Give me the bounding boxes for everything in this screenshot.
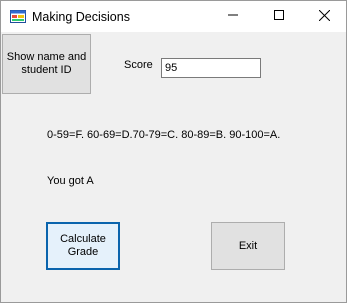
- calculate-grade-button[interactable]: Calculate Grade: [46, 222, 120, 270]
- grade-scale-text: 0-59=F. 60-69=D.70-79=C. 80-89=B. 90-100…: [47, 129, 281, 141]
- maximize-button[interactable]: [256, 1, 302, 32]
- close-button[interactable]: [301, 1, 347, 32]
- app-form-icon: [10, 10, 26, 23]
- minimize-icon: [228, 10, 238, 23]
- form-client-area: Show name and student ID Score 0-59=F. 6…: [1, 32, 346, 302]
- grade-result-text: You got A: [47, 175, 94, 187]
- score-label: Score: [124, 59, 153, 71]
- app-window: Making Decisions Show name and student I…: [0, 0, 347, 303]
- exit-button[interactable]: Exit: [211, 222, 285, 270]
- title-bar[interactable]: Making Decisions: [1, 1, 346, 32]
- window-title: Making Decisions: [32, 10, 130, 24]
- maximize-icon: [274, 10, 284, 23]
- calculate-grade-label: Calculate Grade: [60, 233, 106, 258]
- score-input[interactable]: [161, 58, 261, 78]
- close-icon: [318, 9, 330, 24]
- minimize-button[interactable]: [210, 1, 256, 32]
- show-name-button[interactable]: Show name and student ID: [2, 34, 91, 94]
